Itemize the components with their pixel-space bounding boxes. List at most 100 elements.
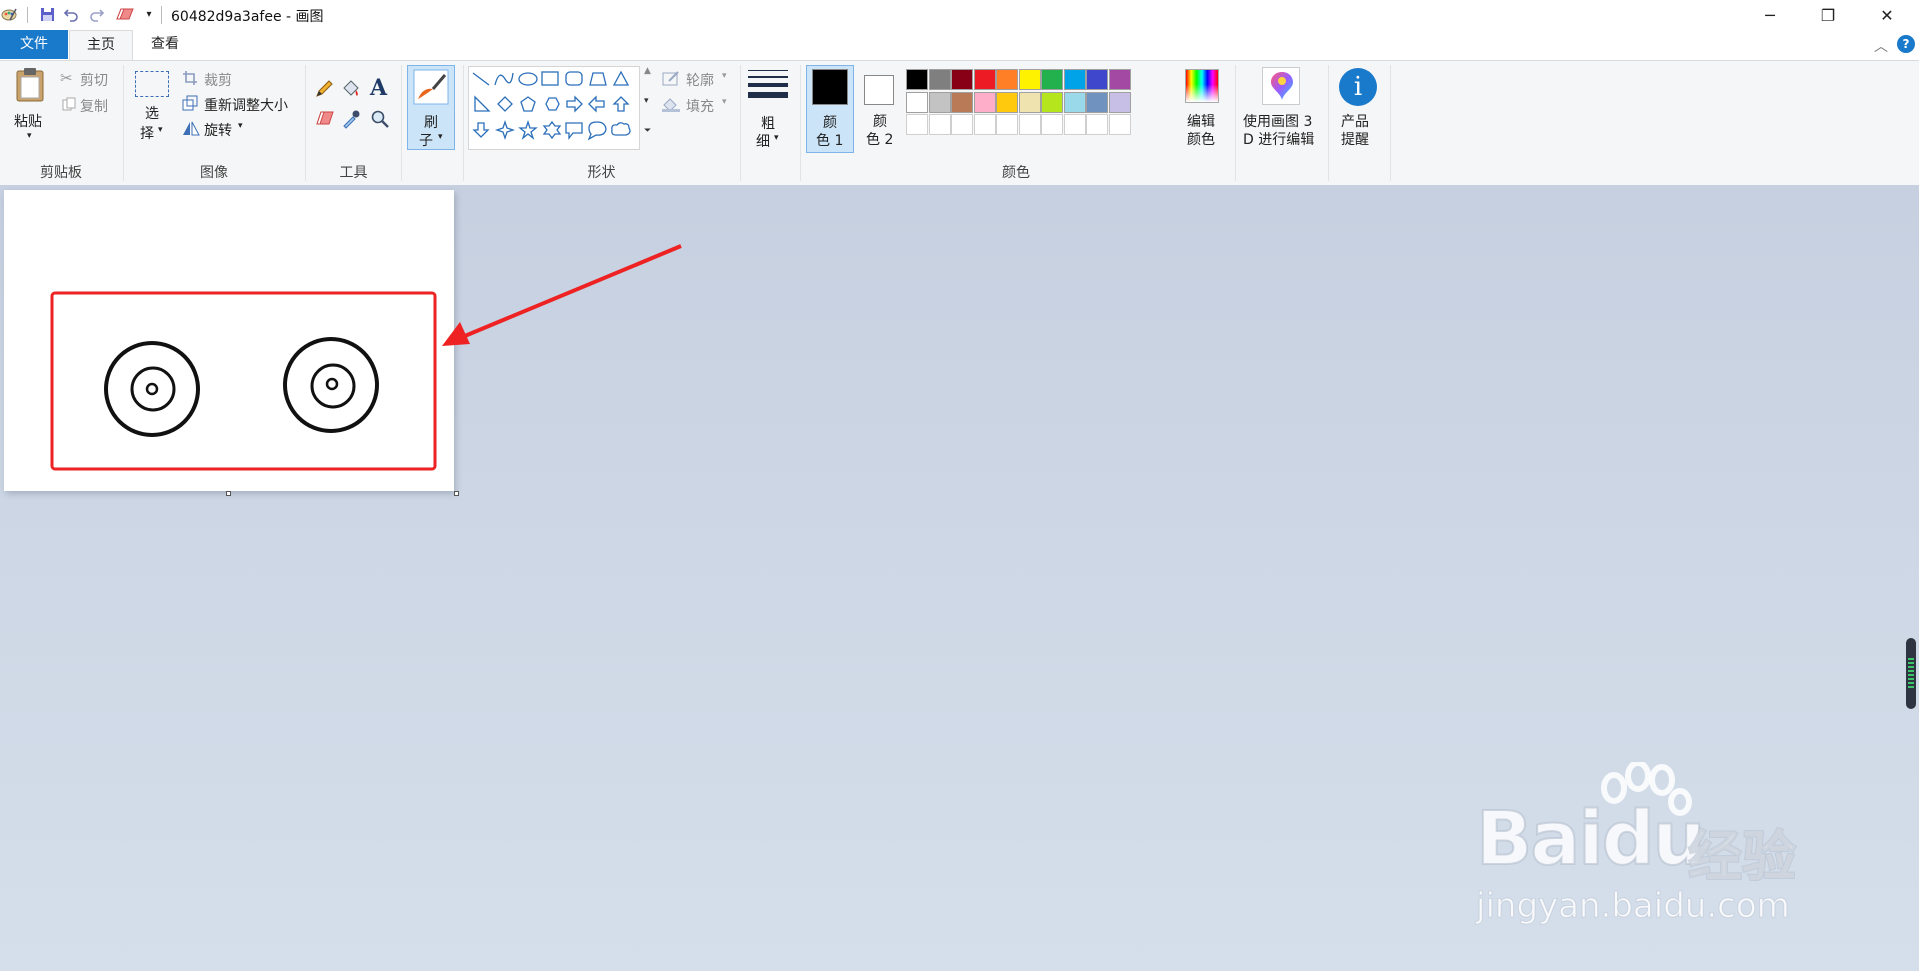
eraser-quick-icon[interactable]	[114, 5, 136, 23]
undo-icon[interactable]	[62, 5, 80, 23]
palette-swatch[interactable]	[1086, 69, 1108, 90]
shapes-scroll-down-chevron-icon[interactable]: ▾	[644, 96, 649, 106]
palette-swatch[interactable]	[973, 69, 996, 90]
shapes-expand-chevron-icon[interactable]: ⏷	[644, 126, 651, 136]
left-arrow-shape-icon	[588, 95, 605, 113]
close-button[interactable]: ✕	[1857, 0, 1917, 30]
customize-toolbar-chevron-icon[interactable]: ▾	[140, 5, 158, 23]
palette-swatch[interactable]	[906, 91, 928, 113]
rotate-dropdown-chevron-icon[interactable]: ▾	[238, 121, 243, 131]
palette-custom-slot[interactable]	[1108, 114, 1131, 135]
six-point-star-shape-icon	[542, 120, 562, 140]
copy-button[interactable]: 复制	[60, 95, 116, 115]
brushes-dropdown-chevron-icon[interactable]: ▾	[438, 132, 443, 142]
edit-colors-button[interactable]: 编辑 颜色	[1180, 65, 1226, 153]
color1-swatch	[812, 69, 848, 105]
palette-custom-slot[interactable]	[1018, 114, 1041, 135]
palette-swatch[interactable]	[906, 69, 928, 90]
palette-swatch[interactable]	[1108, 69, 1131, 90]
scissors-icon: ✂	[60, 69, 73, 87]
magnifier-icon[interactable]	[370, 109, 390, 129]
drawing-canvas[interactable]	[4, 190, 454, 491]
palette-swatch[interactable]	[973, 91, 996, 113]
cut-button[interactable]: ✂ 剪切	[60, 69, 116, 89]
palette-swatch[interactable]	[928, 91, 951, 113]
palette-swatch[interactable]	[1108, 91, 1131, 113]
oval-shape-icon	[518, 72, 538, 86]
palette-swatch[interactable]	[928, 69, 951, 90]
shapes-group-label: 形状	[587, 165, 616, 181]
rainbow-spectrum-icon	[1185, 69, 1219, 103]
canvas-resize-handle-bottom[interactable]	[226, 491, 231, 496]
color-picker-icon[interactable]	[341, 109, 361, 129]
tab-file[interactable]: 文件	[0, 30, 68, 59]
color2-button[interactable]: 颜 色 2	[858, 65, 902, 153]
minimize-button[interactable]: ─	[1741, 0, 1799, 30]
palette-swatch[interactable]	[951, 91, 973, 113]
shapes-scroll-up-chevron-icon[interactable]: ▲	[644, 66, 651, 76]
palette-swatch[interactable]	[951, 69, 973, 90]
select-button[interactable]: 选 择 ▾	[132, 69, 172, 145]
palette-swatch[interactable]	[996, 91, 1018, 113]
left-eye-circles	[104, 341, 200, 437]
palette-custom-slot[interactable]	[1041, 114, 1063, 135]
paste-dropdown-chevron-icon[interactable]: ▾	[27, 131, 32, 141]
vertical-scrollbar-thumb[interactable]	[1906, 638, 1916, 709]
paint3d-icon	[1271, 72, 1293, 100]
fill-button[interactable]: 填充 ▾	[662, 95, 737, 115]
group-divider	[1328, 65, 1329, 181]
crop-button[interactable]: 裁剪	[182, 69, 252, 89]
color1-button[interactable]: 颜 色 1	[806, 65, 854, 153]
select-label-line2: 择	[140, 126, 154, 142]
palette-swatch[interactable]	[996, 69, 1018, 90]
collapse-ribbon-chevron-icon[interactable]: ︿	[1874, 36, 1888, 56]
palette-swatch[interactable]	[1041, 91, 1063, 113]
paste-button[interactable]: 粘贴 ▾	[10, 65, 50, 143]
fill-bucket-icon[interactable]	[341, 79, 361, 99]
restore-button[interactable]: ❐	[1799, 0, 1857, 30]
edit-with-paint3d-button[interactable]: 使用画图 3 D 进行编辑	[1240, 65, 1325, 153]
right-arrow-shape-icon	[566, 95, 583, 113]
palette-custom-slot[interactable]	[906, 114, 928, 135]
color2-swatch	[864, 75, 894, 105]
color2-label-line1: 颜	[873, 114, 887, 130]
palette-custom-slot[interactable]	[951, 114, 973, 135]
palette-custom-slot[interactable]	[996, 114, 1018, 135]
tab-home[interactable]: 主页	[69, 30, 133, 61]
resize-button[interactable]: 重新调整大小	[182, 94, 297, 114]
edit-colors-label-line1: 编辑	[1187, 114, 1215, 130]
redo-icon[interactable]	[88, 5, 106, 23]
outline-dropdown-chevron-icon[interactable]: ▾	[722, 71, 727, 81]
product-alert-button[interactable]: i 产品 提醒	[1334, 65, 1384, 153]
palette-custom-slot[interactable]	[1086, 114, 1108, 135]
brushes-button[interactable]: 刷 子 ▾	[407, 65, 455, 150]
save-icon[interactable]	[38, 5, 56, 23]
pencil-icon[interactable]	[314, 79, 334, 99]
canvas-resize-handle-corner[interactable]	[454, 491, 459, 496]
resize-label: 重新调整大小	[204, 98, 288, 114]
palette-swatch[interactable]	[1063, 69, 1086, 90]
clipboard-group-label: 剪贴板	[40, 165, 82, 181]
rotate-button[interactable]: 旋转 ▾	[182, 119, 252, 139]
palette-swatch[interactable]	[1086, 91, 1108, 113]
palette-swatch[interactable]	[1063, 91, 1086, 113]
text-tool-icon[interactable]: A	[370, 75, 390, 101]
palette-swatch[interactable]	[1018, 69, 1041, 90]
select-dropdown-chevron-icon[interactable]: ▾	[158, 125, 163, 135]
palette-custom-slot[interactable]	[928, 114, 951, 135]
eraser-icon[interactable]	[314, 109, 334, 129]
palette-swatch[interactable]	[1018, 91, 1041, 113]
palette-swatch[interactable]	[1041, 69, 1063, 90]
size-button[interactable]: 粗 细 ▾	[746, 67, 790, 151]
paint-app-icon[interactable]	[0, 5, 18, 23]
palette-custom-slot[interactable]	[973, 114, 996, 135]
size-dropdown-chevron-icon[interactable]: ▾	[774, 133, 779, 143]
palette-custom-slot[interactable]	[1063, 114, 1086, 135]
color1-label-line2: 色 1	[816, 133, 844, 149]
fill-dropdown-chevron-icon[interactable]: ▾	[722, 97, 727, 107]
outline-button[interactable]: 轮廓 ▾	[662, 69, 737, 89]
line-width-icon	[748, 70, 788, 98]
tab-view[interactable]: 查看	[135, 30, 195, 59]
help-icon[interactable]: ?	[1897, 35, 1915, 53]
cloud-callout-shape-icon	[611, 122, 631, 136]
